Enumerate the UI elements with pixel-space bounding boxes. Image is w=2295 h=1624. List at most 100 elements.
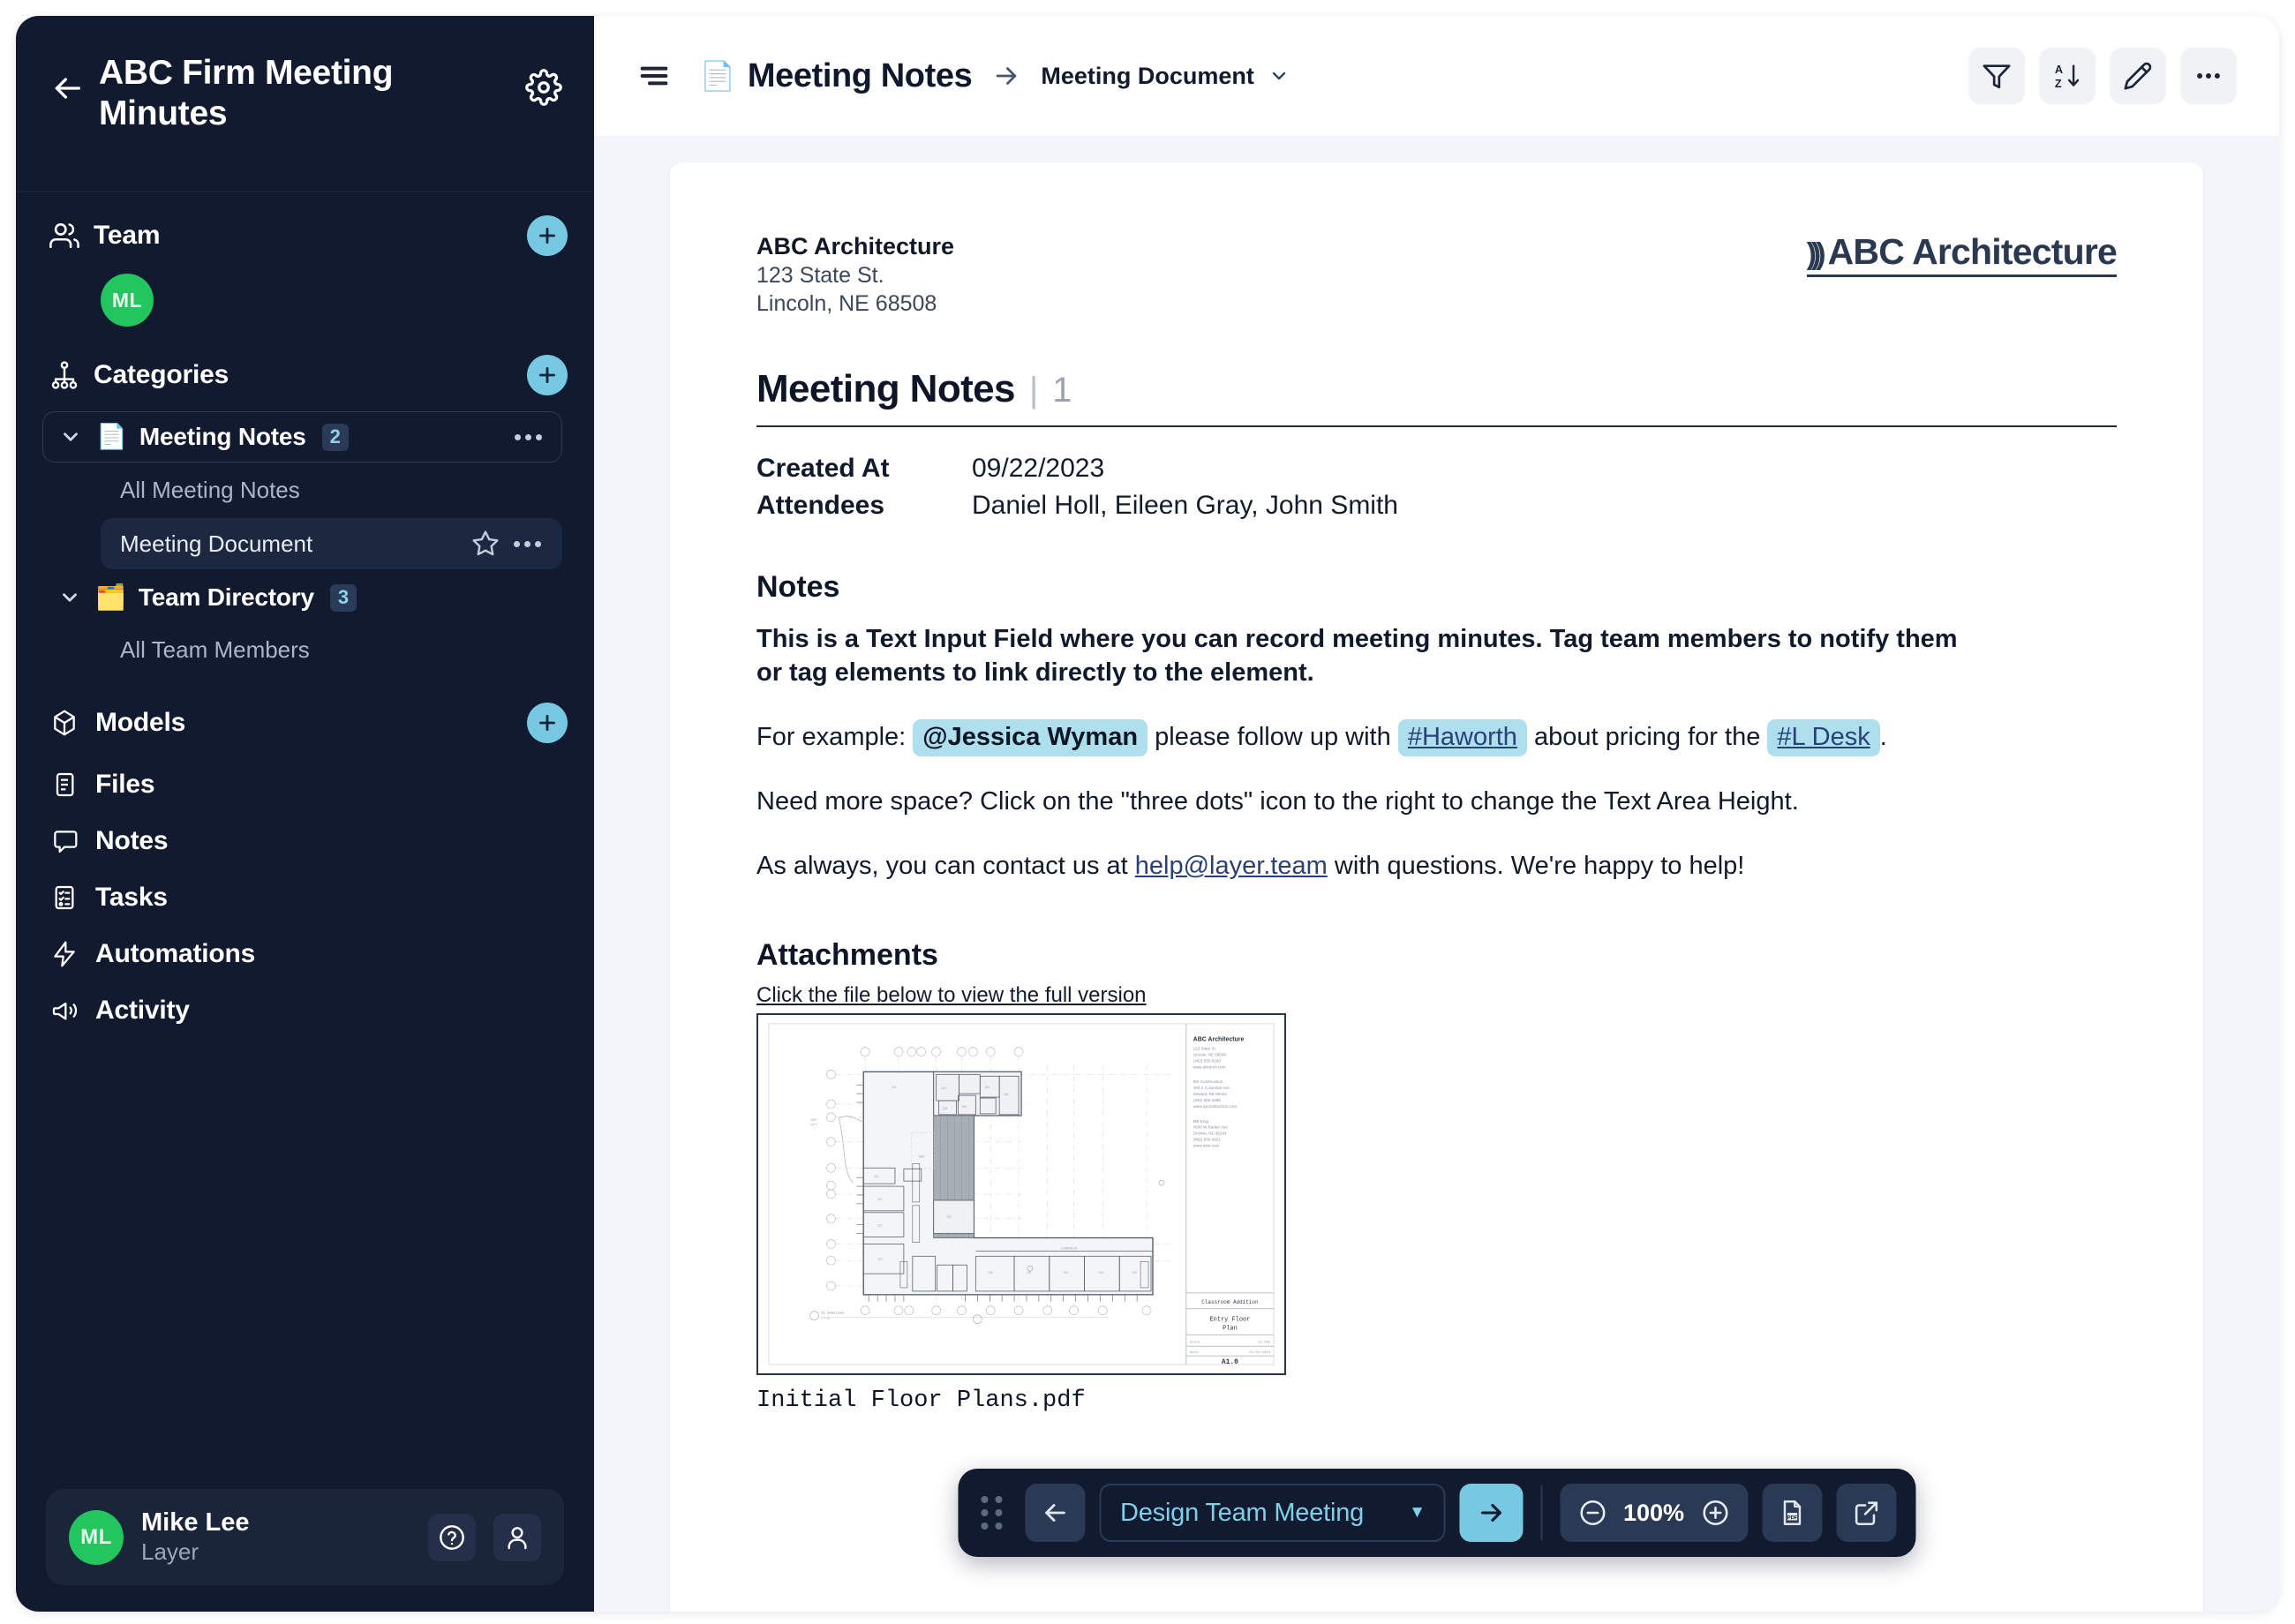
floating-toolbar: Design Team Meeting ▼ 100% PDF <box>957 1469 1916 1557</box>
back-arrow-icon[interactable] <box>48 69 87 108</box>
sidebar-item-label: Tasks <box>95 883 168 912</box>
sidebar-section-team-label: Team <box>94 221 161 250</box>
document-emoji-icon: 📄 <box>700 60 735 92</box>
sidebar-body: Team ML Categories 📄 Meeting Notes 2 All… <box>16 192 594 1470</box>
element-tag-haworth[interactable]: #Haworth <box>1397 718 1527 756</box>
svg-text:SEE: SEE <box>811 1118 817 1122</box>
sidebar-item-models[interactable]: Models <box>16 689 594 756</box>
meeting-select-dropdown[interactable]: Design Team Meeting ▼ <box>1098 1484 1445 1542</box>
svg-text:Classroom Addition: Classroom Addition <box>1201 1299 1259 1305</box>
sidebar-item-tasks[interactable]: Tasks <box>16 869 594 926</box>
firm-address-line-1: 123 State St. <box>756 263 884 289</box>
user-icon[interactable] <box>493 1513 541 1561</box>
user-org: Layer <box>141 1538 199 1565</box>
sidebar-section-team[interactable]: Team <box>16 203 594 268</box>
metadata-key: Attendees <box>756 491 885 521</box>
sidebar-item-label: Meeting Document <box>120 530 313 557</box>
add-team-member-button[interactable] <box>527 215 568 256</box>
notes-intro-text[interactable]: This is a Text Input Field where you can… <box>756 622 1983 690</box>
avatar[interactable]: ML <box>101 274 154 327</box>
drag-handle-icon[interactable] <box>977 1496 1011 1530</box>
svg-text:103: 103 <box>984 1086 989 1089</box>
notes-contact-text[interactable]: As always, you can contact us at help@la… <box>756 849 2117 883</box>
sidebar-section-categories[interactable]: Categories <box>16 342 594 408</box>
category-group-team-directory[interactable]: 🗂️ Team Directory 3 <box>42 573 562 622</box>
activity-icon <box>49 996 79 1026</box>
metadata-key: Created At <box>756 454 890 484</box>
category-more-options-icon[interactable] <box>511 433 546 440</box>
sidebar-footer: ML Mike Lee Layer <box>16 1470 594 1612</box>
notes-example-text[interactable]: For example: @Jessica Wyman please follo… <box>756 718 2117 756</box>
hamburger-menu-icon[interactable] <box>631 53 677 99</box>
svg-text:01 - Entry Level: 01 - Entry Level <box>822 1312 844 1315</box>
svg-text:Omaha, NE 68144: Omaha, NE 68144 <box>1193 1132 1227 1136</box>
previous-meeting-button[interactable] <box>1024 1484 1085 1542</box>
sidebar-item-label: All Team Members <box>120 636 310 663</box>
svg-text:01/02/2023: 01/02/2023 <box>1249 1350 1270 1355</box>
next-meeting-button[interactable] <box>1458 1484 1523 1542</box>
sidebar-item-activity[interactable]: Activity <box>16 982 594 1039</box>
sidebar-item-all-team-members[interactable]: All Team Members <box>101 625 562 675</box>
sidebar-item-all-meeting-notes[interactable]: All Meeting Notes <box>101 465 562 515</box>
sidebar-item-meeting-document[interactable]: Meeting Document <box>101 518 562 569</box>
document-canvas: ABC Architecture 123 State St. Lincoln, … <box>594 136 2279 1612</box>
open-external-icon[interactable] <box>1836 1484 1897 1542</box>
sidebar-item-label: Activity <box>95 996 190 1025</box>
help-circle-icon[interactable] <box>428 1513 476 1561</box>
zoom-out-icon[interactable] <box>1577 1498 1607 1528</box>
more-options-icon[interactable] <box>2180 48 2237 104</box>
page-title: Meeting Notes <box>756 367 1016 411</box>
sort-az-icon[interactable]: AZ <box>2039 48 2096 104</box>
user-profile-card[interactable]: ML Mike Lee Layer <box>46 1489 564 1585</box>
svg-text:ABC Architecture: ABC Architecture <box>1193 1037 1245 1043</box>
element-tag-l-desk[interactable]: #L Desk <box>1767 718 1880 756</box>
svg-text:106: 106 <box>961 1105 967 1109</box>
gear-icon[interactable] <box>523 67 564 108</box>
attachment-filename: Initial Floor Plans.pdf <box>756 1387 1086 1415</box>
sidebar-item-label: Models <box>95 708 186 737</box>
attachment-thumbnail[interactable]: ABC Architecture 123 State St. Lincoln, N… <box>756 1013 1286 1376</box>
chevron-down-icon[interactable] <box>57 425 84 448</box>
svg-text:www.mbe.com: www.mbe.com <box>1193 1144 1220 1148</box>
notes-space-text[interactable]: Need more space? Click on the "three dot… <box>756 785 2117 819</box>
sidebar-item-files[interactable]: Files <box>16 756 594 813</box>
chevron-down-icon[interactable] <box>56 586 83 609</box>
zoom-level: 100% <box>1622 1499 1685 1526</box>
team-icon <box>49 221 79 251</box>
metadata-value[interactable]: Daniel Holl, Eileen Gray, John Smith <box>972 491 1398 521</box>
add-model-button[interactable] <box>527 703 568 743</box>
window-frame: ABC Firm Meeting Minutes Team ML Categor… <box>16 16 2279 1612</box>
top-toolbar: 📄 Meeting Notes Meeting Document AZ <box>594 16 2279 136</box>
edit-pencil-icon[interactable] <box>2110 48 2166 104</box>
svg-text:123 State St.: 123 State St. <box>1193 1047 1216 1051</box>
sidebar-item-label: All Meeting Notes <box>120 477 300 503</box>
add-category-button[interactable] <box>527 355 568 395</box>
chevron-down-icon[interactable] <box>1268 65 1290 86</box>
svg-text:400 S Columbia Ave: 400 S Columbia Ave <box>1193 1086 1230 1090</box>
pdf-export-icon[interactable]: PDF <box>1762 1484 1823 1542</box>
svg-text:A1.0: A1.0 <box>1222 1358 1238 1366</box>
document-metadata: Created At 09/22/2023 Attendees Daniel H… <box>756 454 2117 521</box>
logo-mark-icon: ))) <box>1806 237 1826 271</box>
support-email-link[interactable]: help@layer.team <box>1135 852 1328 880</box>
avatar: ML <box>69 1509 124 1565</box>
sidebar-header: ABC Firm Meeting Minutes <box>16 16 594 192</box>
folder-emoji-icon: 🗂️ <box>95 583 126 611</box>
chevron-down-icon: ▼ <box>1409 1503 1426 1522</box>
zoom-in-icon[interactable] <box>1700 1498 1730 1528</box>
breadcrumb-sub[interactable]: Meeting Document <box>1041 63 1254 90</box>
team-members-row: ML <box>16 268 594 342</box>
metadata-value[interactable]: 09/22/2023 <box>972 454 1104 484</box>
item-more-options-icon[interactable] <box>510 540 545 547</box>
example-lead: For example: <box>756 722 907 751</box>
filter-icon[interactable] <box>1968 48 2025 104</box>
breadcrumb-main[interactable]: Meeting Notes <box>748 57 973 95</box>
sidebar-item-notes[interactable]: Notes <box>16 813 594 869</box>
sidebar-item-automations[interactable]: Automations <box>16 926 594 982</box>
star-icon[interactable] <box>471 530 500 558</box>
mention-tag[interactable]: @Jessica Wyman <box>913 718 1148 756</box>
category-group-meeting-notes[interactable]: 📄 Meeting Notes 2 <box>42 411 562 462</box>
meeting-select-value: Design Team Meeting <box>1119 1498 1365 1527</box>
svg-text:110: 110 <box>874 1175 878 1178</box>
svg-text:130: 130 <box>988 1271 993 1274</box>
